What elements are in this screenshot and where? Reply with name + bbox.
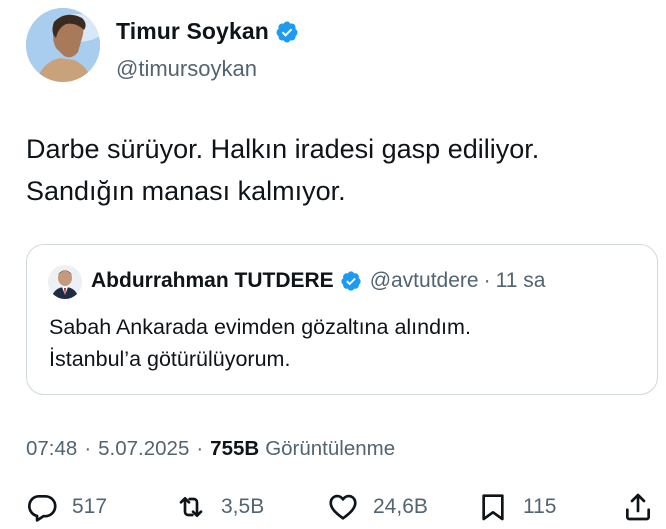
- separator-dot: ·: [196, 437, 204, 460]
- quoted-timestamp: 11 sa: [495, 269, 546, 292]
- separator-dot: ·: [483, 269, 491, 292]
- quoted-display-name: Abdurrahman TUTDERE: [91, 269, 334, 292]
- tweet-header: Timur Soykan @timursoykan: [26, 8, 646, 88]
- author-handle[interactable]: @timursoykan: [116, 56, 257, 82]
- quoted-author-row: Abdurrahman TUTDERE @avtutdere · 11 sa: [91, 269, 545, 293]
- bookmark-count: 115: [523, 495, 557, 518]
- quoted-author-avatar: [48, 265, 82, 299]
- reply-count: 517: [72, 495, 108, 518]
- views-label: Görüntülenme: [265, 437, 396, 460]
- repost-button[interactable]: 3,5B: [175, 491, 264, 523]
- like-button[interactable]: 24,6B: [327, 491, 428, 523]
- author-avatar[interactable]: [26, 8, 100, 82]
- views-count: 755B: [210, 437, 260, 460]
- verified-badge-icon: [341, 271, 361, 291]
- tweet-meta: 07:48 · 5.07.2025 · 755B Görüntülenme: [26, 437, 395, 461]
- repost-count: 3,5B: [221, 495, 265, 518]
- reply-icon: [28, 495, 57, 522]
- quoted-handle: @avtutdere: [369, 269, 479, 292]
- quoted-tweet-text: Sabah Ankarada evimden gözaltına alındım…: [49, 311, 649, 375]
- tweet-text-line: Sandığın manası kalmıyor.: [26, 176, 346, 206]
- verified-badge-icon: [276, 21, 298, 42]
- author-display-name[interactable]: Timur Soykan: [116, 18, 269, 45]
- tweet-text-line: Darbe sürüyor. Halkın iradesi gasp edili…: [26, 134, 540, 164]
- action-bar: 517 3,5B 24,6B 115: [26, 491, 658, 527]
- tweet-time[interactable]: 07:48: [26, 437, 77, 461]
- author-name-row: Timur Soykan: [116, 18, 299, 45]
- quoted-text-line: Sabah Ankarada evimden gözaltına alındım…: [49, 315, 471, 339]
- repost-icon: [179, 497, 203, 517]
- quoted-tweet-card[interactable]: Abdurrahman TUTDERE @avtutdere · 11 sa S…: [26, 244, 658, 395]
- tweet-date[interactable]: 5.07.2025: [98, 437, 189, 461]
- tweet-text: Darbe sürüyor. Halkın iradesi gasp edili…: [26, 128, 646, 212]
- separator-dot: ·: [84, 437, 92, 460]
- like-count: 24,6B: [373, 495, 428, 518]
- reply-button[interactable]: 517: [26, 491, 107, 523]
- heart-icon: [329, 494, 357, 520]
- bookmark-button[interactable]: 115: [477, 491, 556, 523]
- share-icon: [626, 493, 650, 521]
- share-button[interactable]: [622, 491, 654, 523]
- quoted-text-line: İstanbul’a götürülüyorum.: [49, 347, 291, 371]
- bookmark-icon: [482, 494, 504, 521]
